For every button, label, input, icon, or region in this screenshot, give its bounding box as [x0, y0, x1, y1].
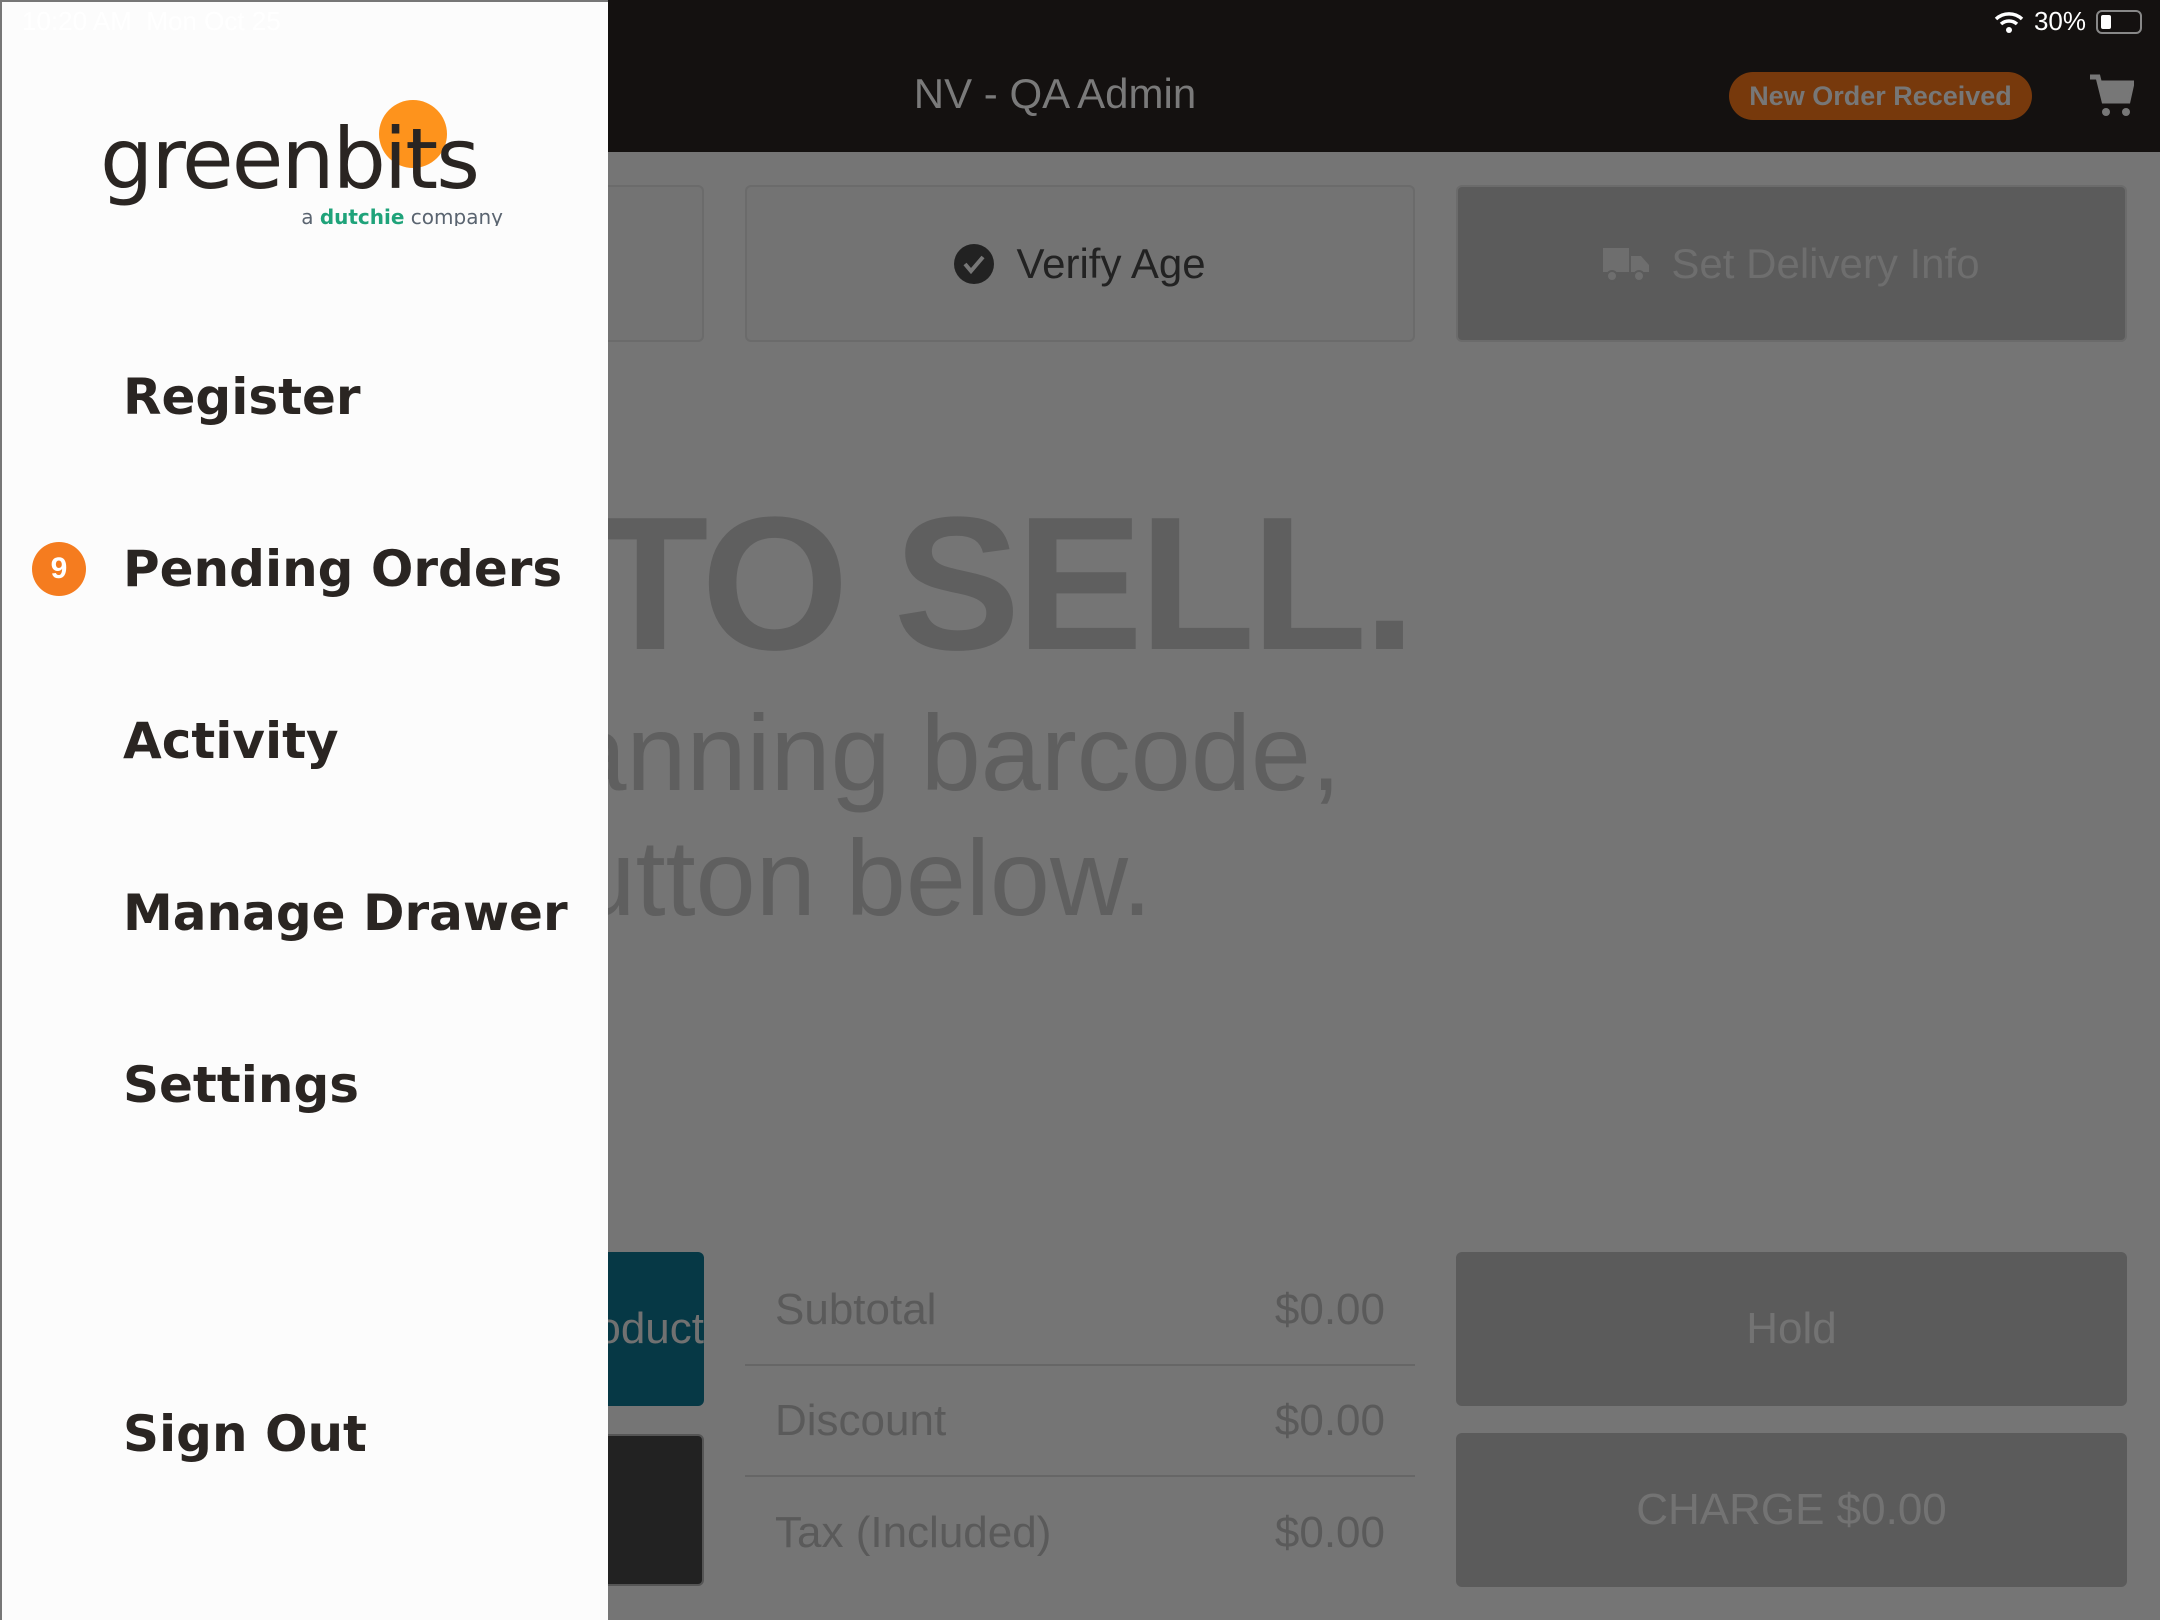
- menu-item-register[interactable]: Register: [123, 368, 361, 426]
- set-delivery-label: Set Delivery Info: [1671, 239, 1980, 287]
- tax-row: Tax (Included) $0.00: [745, 1477, 1415, 1588]
- verify-age-button[interactable]: Verify Age: [745, 185, 1415, 342]
- subtotal-value: $0.00: [1274, 1284, 1385, 1334]
- navigation-drawer: [0, 0, 608, 1620]
- wifi-icon: [1994, 11, 2024, 33]
- discount-label: Discount: [775, 1395, 947, 1445]
- status-bar-right: 30%: [1994, 6, 2142, 37]
- sign-out-button[interactable]: Sign Out: [123, 1405, 367, 1463]
- set-delivery-button[interactable]: Set Delivery Info: [1456, 185, 2127, 342]
- subtotal-row: Subtotal $0.00: [745, 1255, 1415, 1366]
- cart-icon[interactable]: [2088, 74, 2134, 118]
- menu-item-pending-orders[interactable]: Pending Orders: [123, 540, 562, 598]
- subtotal-label: Subtotal: [775, 1284, 937, 1334]
- status-time: 10:20 AM Mon Oct 25: [22, 6, 281, 36]
- tax-label: Tax (Included): [775, 1507, 1052, 1557]
- menu-item-manage-drawer[interactable]: Manage Drawer: [123, 884, 568, 942]
- hold-button[interactable]: Hold: [1456, 1252, 2127, 1406]
- totals-panel: Subtotal $0.00 Discount $0.00 Tax (Include…: [745, 1255, 1415, 1588]
- charge-button[interactable]: CHARGE $0.00: [1456, 1433, 2127, 1587]
- new-order-badge[interactable]: New Order Received: [1729, 72, 2032, 120]
- greenbits-logo: greenbits a dutchie company: [100, 96, 510, 229]
- truck-icon: [1603, 247, 1650, 282]
- menu-item-settings[interactable]: Settings: [123, 1056, 359, 1114]
- store-title: NV - QA Admin: [913, 70, 1197, 117]
- battery-percent: 30%: [2033, 6, 2086, 36]
- menu-item-activity[interactable]: Activity: [123, 712, 339, 770]
- verify-age-label: Verify Age: [1016, 239, 1206, 287]
- battery-icon: [2096, 9, 2142, 34]
- tax-value: $0.00: [1274, 1507, 1385, 1557]
- discount-value: $0.00: [1274, 1395, 1385, 1445]
- svg-text:a dutchie company: a dutchie company: [301, 205, 503, 226]
- discount-row: Discount $0.00: [745, 1366, 1415, 1477]
- pending-orders-count-badge: 9: [32, 542, 86, 596]
- check-circle-icon: [954, 243, 995, 284]
- svg-text:greenbits: greenbits: [100, 110, 478, 208]
